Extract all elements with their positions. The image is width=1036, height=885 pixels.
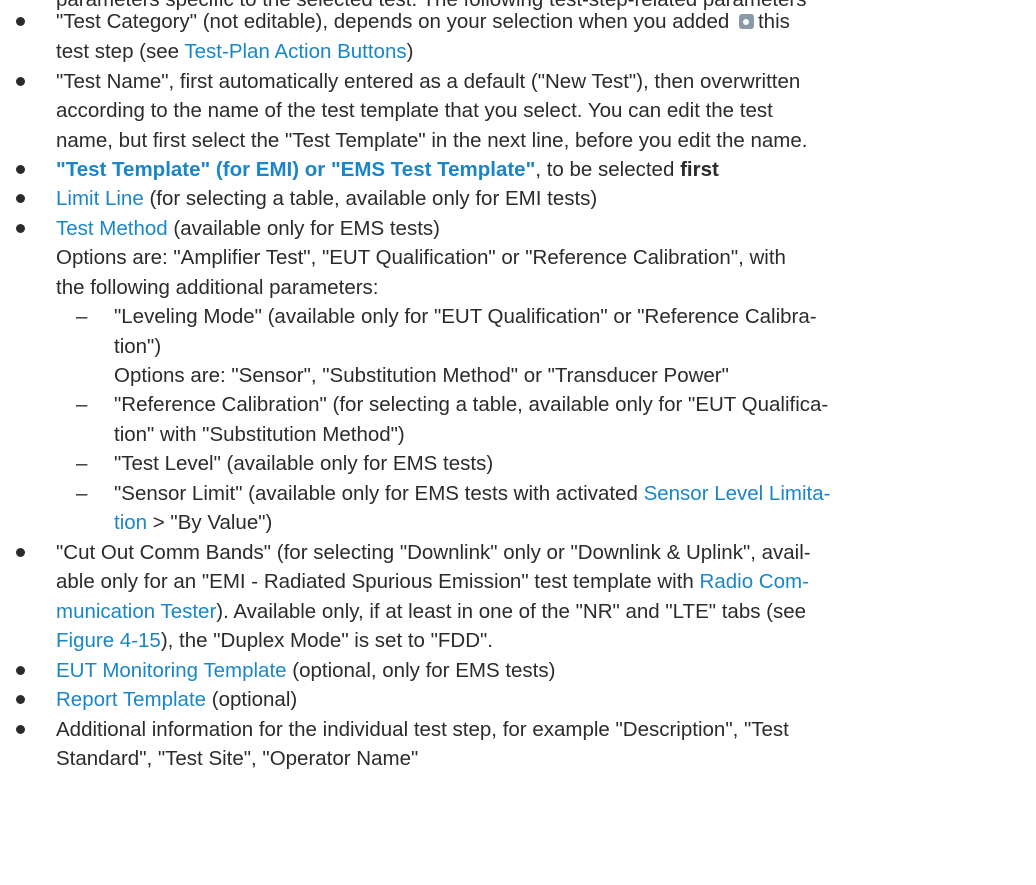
bullet-limit-line [16,194,25,203]
test-template-first: first [680,158,719,181]
sensor-line1: "Sensor Limit" (available only for EMS t… [114,479,830,509]
sensor-level-limitation-link-cont[interactable]: tion [114,511,147,534]
test-plan-action-buttons-link[interactable]: Test-Plan Action Buttons [184,40,406,63]
cutout-line1: "Cut Out Comm Bands" (for selecting "Dow… [56,541,811,564]
test-name-line3: name, but first select the "Test Templat… [56,129,808,152]
dash-refcal: – [76,393,88,416]
refcal-line2: tion" with "Substitution Method") [114,423,405,446]
item-limit-line: Limit Line (for selecting a table, avail… [56,184,597,214]
testlevel-line: "Test Level" (available only for EMS tes… [114,452,494,475]
test-method-text: (available only for EMS tests) [173,217,440,240]
test-category-this: this [757,10,790,33]
cutout-text3: ). Available only, if at least in one of… [216,600,807,623]
bullet-test-category [16,17,25,26]
cutout-text4: ), the "Duplex Mode" is set to "FDD". [160,629,494,652]
cutout-line2: able only for an "EMI - Radiated Spuriou… [56,567,809,597]
dash-sensor: – [76,482,88,505]
report-template-link[interactable]: Report Template [56,688,206,711]
report-template-text: (optional) [211,688,298,711]
dash-leveling: – [76,305,88,328]
additional-line1: Additional information for the individua… [56,718,789,741]
test-method-line3: the following additional parameters: [56,276,379,299]
additional-line2: Standard", "Test Site", "Operator Name" [56,747,419,770]
test-name-line2: according to the name of the test templa… [56,99,773,122]
bullet-cut-out-comm-bands [16,548,25,557]
test-method-line2: Options are: "Amplifier Test", "EUT Qual… [56,246,786,269]
test-template-text: , to be selected [535,158,675,181]
leveling-line2: tion") [114,335,162,358]
test-method-link[interactable]: Test Method [56,217,168,240]
cutout-line3: munication Tester). Available only, if a… [56,597,806,627]
test-category-text: "Test Category" (not editable), depends … [56,10,730,33]
radio-communication-tester-link-cont[interactable]: munication Tester [56,600,216,623]
bullet-test-template [16,165,25,174]
cutout-text2: able only for an "EMI - Radiated Spuriou… [56,570,694,593]
add-test-step-icon [738,14,754,29]
leveling-line1: "Leveling Mode" (available only for "EUT… [114,305,817,328]
figure-4-15-link[interactable]: Figure 4-15 [56,629,161,652]
test-template-link[interactable]: "Test Template" (for EMI) or "EMS Test T… [56,158,535,181]
item-eut-monitoring: EUT Monitoring Template (optional, only … [56,656,555,686]
item-test-category: "Test Category" (not editable), depends … [56,7,790,37]
radio-communication-tester-link[interactable]: Radio Com- [700,570,809,593]
limit-line-text: (for selecting a table, available only f… [149,187,598,210]
item-test-method: Test Method (available only for EMS test… [56,214,440,244]
cutout-line4: Figure 4-15), the "Duplex Mode" is set t… [56,626,493,656]
test-name-line1: "Test Name", first automatically entered… [56,70,801,93]
sensor-by-value: > "By Value") [152,511,273,534]
bullet-test-name [16,77,25,86]
bullet-test-method [16,224,25,233]
test-category-see: test step (see [56,40,180,63]
item-test-template: "Test Template" (for EMI) or "EMS Test T… [56,155,719,185]
eut-monitoring-text: (optional, only for EMS tests) [292,659,556,682]
eut-monitoring-template-link[interactable]: EUT Monitoring Template [56,659,287,682]
bullet-additional-info [16,725,25,734]
dash-testlevel: – [76,452,88,475]
bullet-report-template [16,695,25,704]
item-test-category-line2: test step (see Test-Plan Action Buttons) [56,37,413,67]
item-report-template: Report Template (optional) [56,685,297,715]
refcal-line1: "Reference Calibration" (for selecting a… [114,393,829,416]
bullet-eut-monitoring [16,666,25,675]
limit-line-link[interactable]: Limit Line [56,187,144,210]
leveling-line3: Options are: "Sensor", "Substitution Met… [114,364,729,387]
test-category-close: ) [406,40,414,63]
sensor-level-limitation-link[interactable]: Sensor Level Limita- [644,482,831,505]
sensor-text: "Sensor Limit" (available only for EMS t… [114,482,638,505]
sensor-line2: tion > "By Value") [114,508,272,538]
